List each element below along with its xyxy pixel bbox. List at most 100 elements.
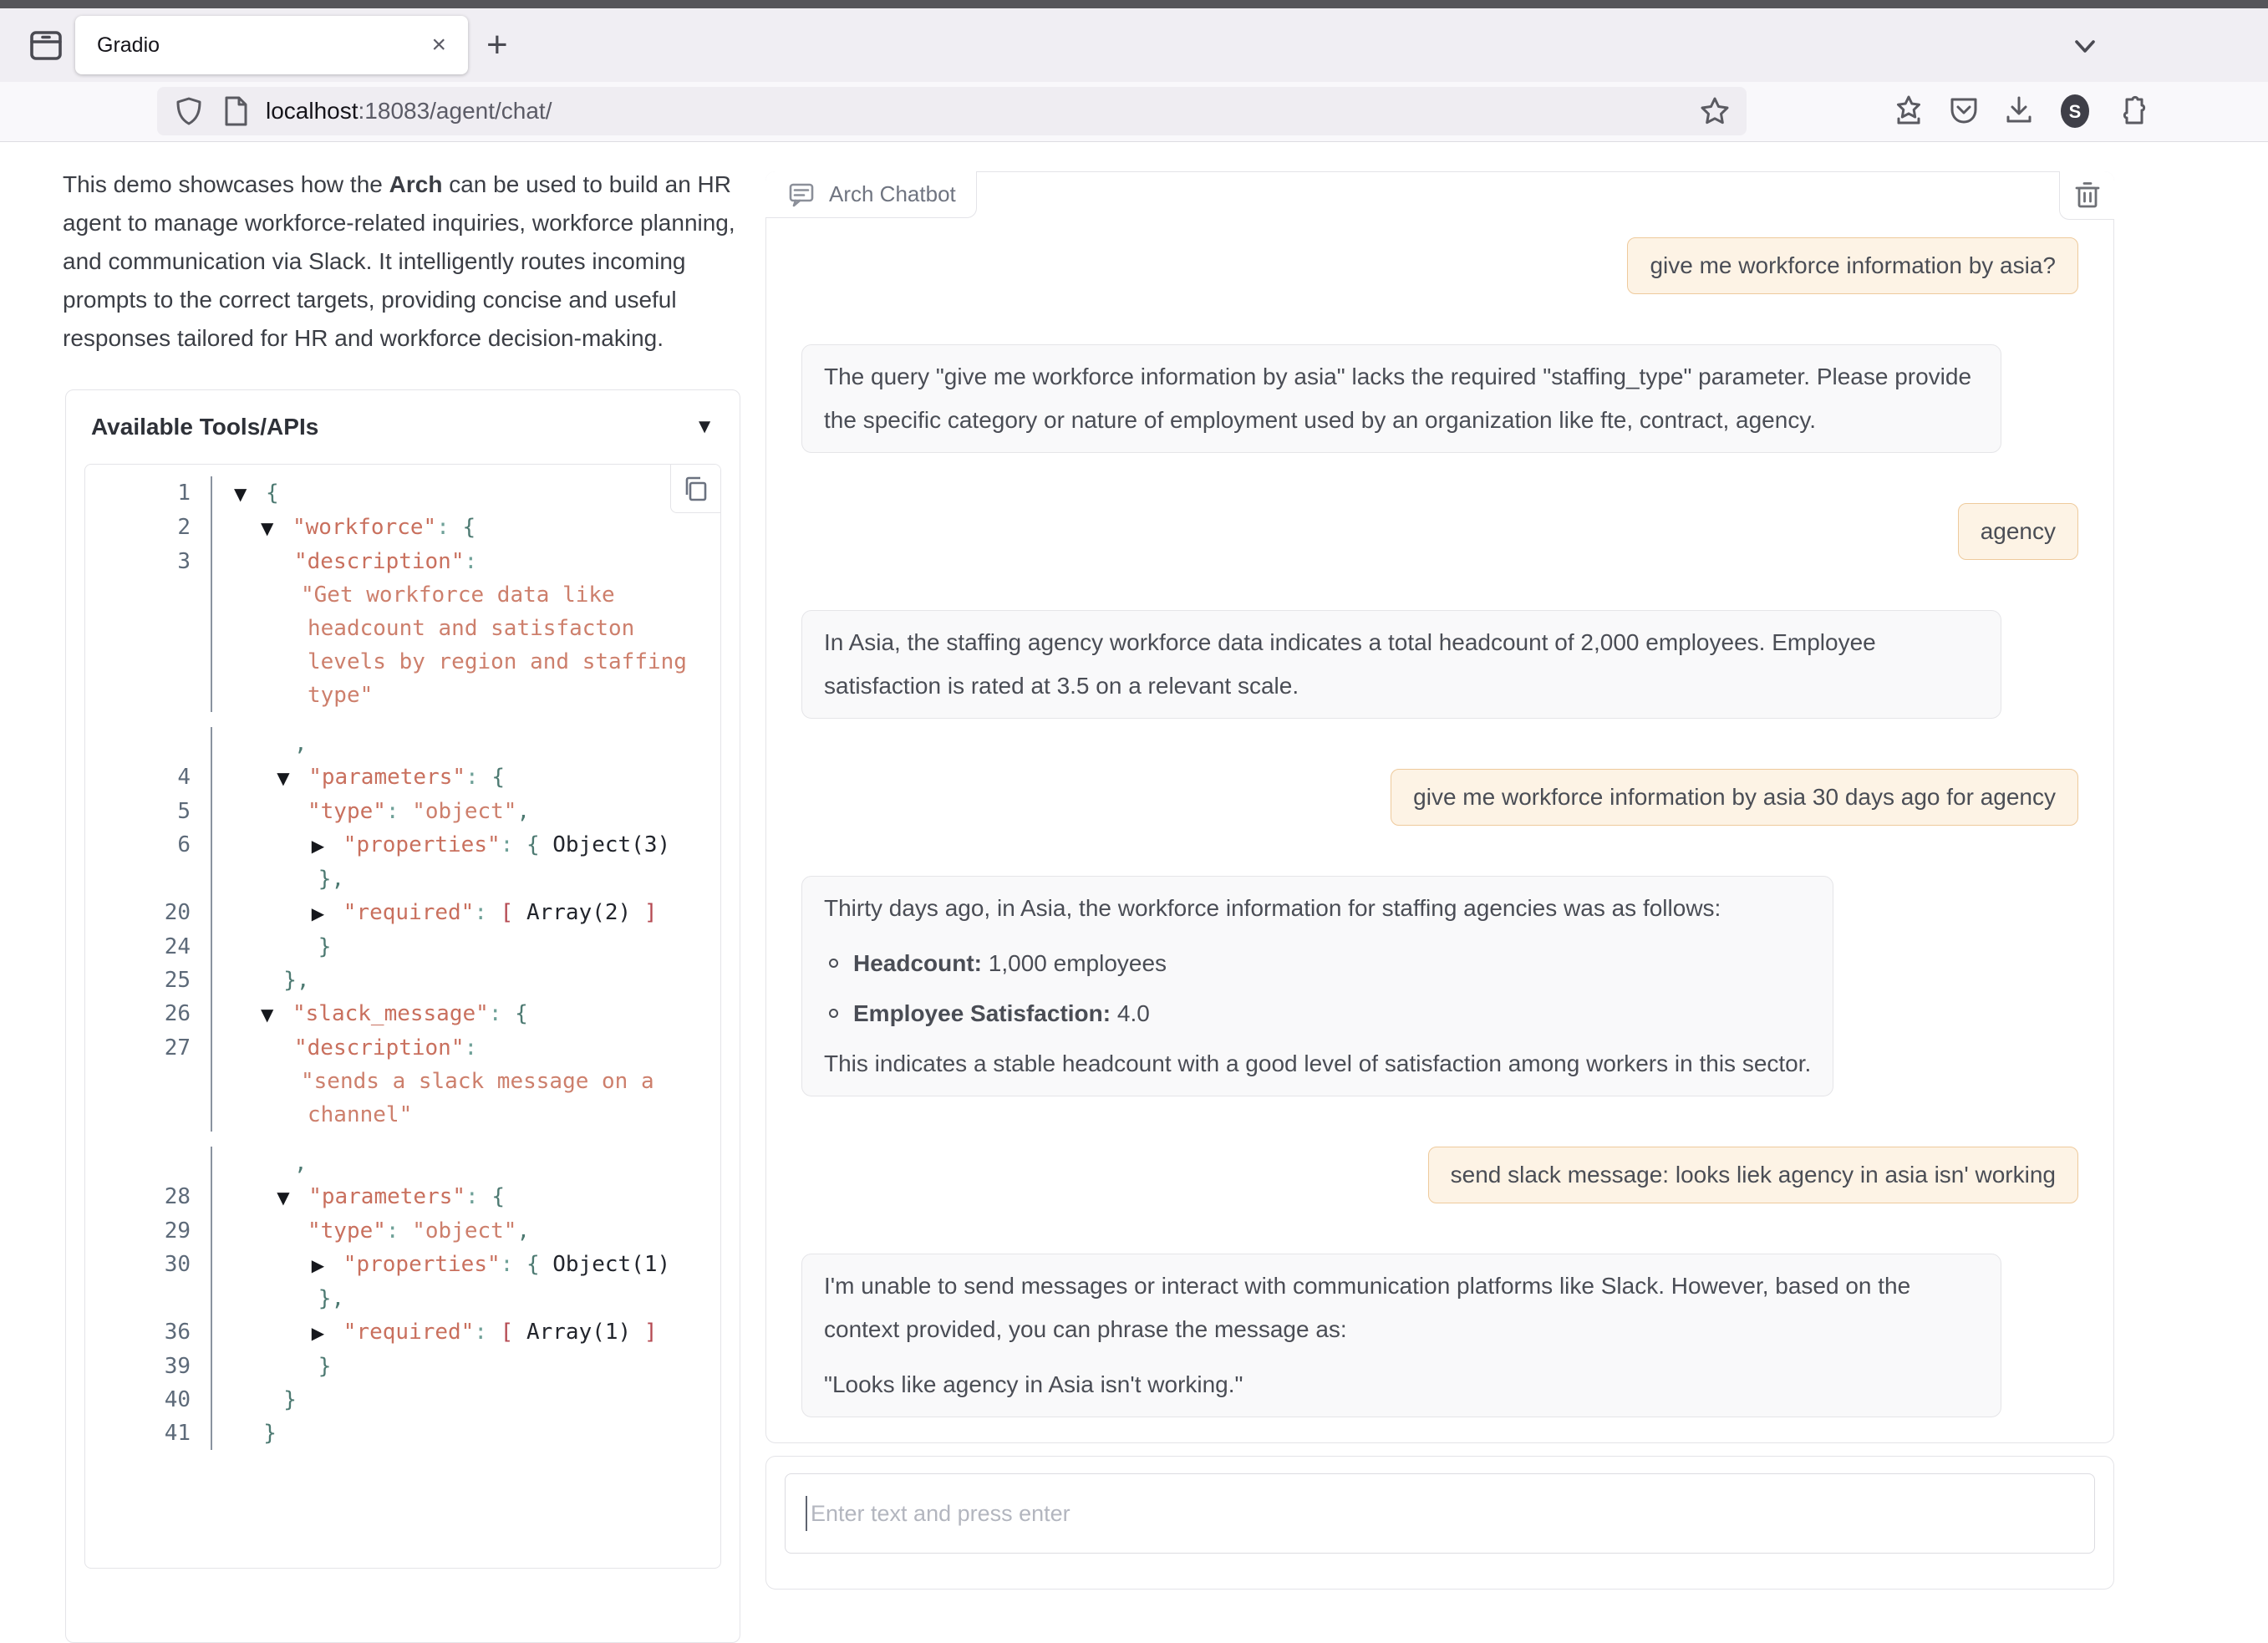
json-token: Array(1) — [513, 1320, 631, 1345]
save-bookmark-icon[interactable] — [1890, 93, 1927, 130]
shield-permissions-icon[interactable] — [172, 94, 206, 128]
json-line: , — [85, 1147, 720, 1180]
collapse-open-icon[interactable]: ▼ — [261, 998, 292, 1031]
collapse-closed-icon[interactable]: ▶ — [312, 829, 343, 862]
collapse-closed-icon[interactable]: ▶ — [312, 897, 343, 930]
account-avatar[interactable]: S — [2056, 93, 2094, 130]
chat-input[interactable]: Enter text and press enter — [785, 1473, 2095, 1554]
json-line-code: } — [212, 1350, 331, 1383]
json-line: 27"description": — [85, 1031, 720, 1065]
collapse-open-icon[interactable]: ▼ — [261, 511, 292, 545]
json-code: 1▼{2▼"workforce": {3"description":"Get w… — [85, 465, 720, 1450]
line-number: 27 — [85, 1031, 211, 1065]
json-token: , — [294, 731, 308, 756]
json-token: { — [513, 1252, 539, 1277]
message-paragraph: give me workforce information by asia? — [1650, 244, 2056, 287]
page-info-icon[interactable] — [221, 94, 251, 128]
json-line-code: ▼"parameters": { — [212, 1180, 505, 1214]
line-number: 26 — [85, 997, 211, 1031]
message-paragraph: give me workforce information by asia 30… — [1413, 776, 2056, 819]
bot-message-bubble: I'm unable to send messages or interact … — [801, 1254, 2001, 1417]
json-token: { — [479, 765, 505, 790]
downloads-icon[interactable] — [2001, 93, 2037, 130]
bullet-icon — [829, 959, 838, 968]
extensions-puzzle-icon[interactable] — [2113, 93, 2149, 130]
list-all-tabs-chevron-icon[interactable] — [2069, 30, 2101, 62]
json-token: : — [474, 900, 487, 925]
chat-message-bot-row: In Asia, the staffing agency workforce d… — [801, 610, 2078, 719]
json-token: }, — [318, 867, 344, 892]
line-number — [85, 578, 211, 612]
bullet-list-item: Employee Satisfaction: 4.0 — [829, 992, 1811, 1035]
json-token: "properties" — [343, 1252, 501, 1277]
line-number: 36 — [85, 1315, 211, 1350]
json-line: 6▶"properties": { Object(3) — [85, 828, 720, 862]
json-token: : — [386, 799, 399, 824]
line-number: 39 — [85, 1350, 211, 1383]
chat-message-bot-row: I'm unable to send messages or interact … — [801, 1254, 2078, 1417]
message-paragraph: Thirty days ago, in Asia, the workforce … — [824, 887, 1811, 930]
chatbot-label: Arch Chatbot — [765, 171, 977, 218]
json-line-code: type" — [212, 679, 373, 712]
line-number — [85, 1098, 211, 1132]
bot-message-bubble: In Asia, the staffing agency workforce d… — [801, 610, 2001, 719]
json-viewer[interactable]: 1▼{2▼"workforce": {3"description":"Get w… — [84, 464, 721, 1569]
line-number: 1 — [85, 476, 211, 511]
chat-message-list[interactable]: give me workforce information by asia? Th… — [766, 172, 2113, 1442]
json-token: : — [465, 1184, 479, 1209]
json-line-code: "sends a slack message on a — [212, 1065, 654, 1098]
available-tools-panel: Available Tools/APIs ▼ 1 ▼ {2▼"workforce":… — [65, 389, 740, 1643]
json-line: type" — [85, 679, 720, 712]
clear-chat-button[interactable] — [2059, 171, 2114, 220]
json-line-code: , — [212, 727, 308, 760]
json-line: 36▶"required": [ Array(1) ] — [85, 1315, 720, 1350]
json-token: "slack_message" — [292, 1001, 489, 1026]
json-token: "object" — [399, 1218, 517, 1244]
line-number: 28 — [85, 1180, 211, 1214]
pocket-icon[interactable] — [1945, 93, 1982, 130]
chat-input-container: Enter text and press enter — [765, 1456, 2114, 1590]
json-line-code: "type": "object", — [212, 795, 530, 828]
sidebar-toggle-button[interactable] — [22, 21, 70, 69]
copy-button[interactable] — [670, 465, 720, 513]
line-number — [85, 727, 211, 760]
json-token: [ — [487, 1320, 513, 1345]
user-message-bubble: agency — [1958, 503, 2078, 560]
json-line: 30▶"properties": { Object(1) — [85, 1248, 720, 1282]
json-line: "sends a slack message on a — [85, 1065, 720, 1098]
json-line: headcount and satisfacton — [85, 612, 720, 645]
url-bar[interactable]: localhost:18083/agent/chat/ — [157, 87, 1747, 135]
collapse-closed-icon[interactable]: ▶ — [312, 1316, 343, 1350]
json-token: headcount and satisfacton — [308, 616, 634, 641]
json-token: : — [465, 765, 479, 790]
json-line: 25}, — [85, 964, 720, 997]
json-line: 29"type": "object", — [85, 1214, 720, 1248]
collapse-open-icon[interactable]: ▼ — [234, 477, 266, 511]
json-line: 24} — [85, 930, 720, 964]
collapse-open-icon[interactable]: ▼ — [277, 1181, 308, 1214]
json-line: levels by region and staffing — [85, 645, 720, 679]
bookmark-star-icon[interactable] — [1698, 94, 1732, 128]
chatbot-label-text: Arch Chatbot — [829, 181, 956, 207]
browser-tab-gradio[interactable]: Gradio × — [75, 16, 468, 74]
line-number: 30 — [85, 1248, 211, 1282]
collapse-open-icon[interactable]: ▼ — [277, 761, 308, 795]
json-token: "parameters" — [308, 1184, 465, 1209]
sidebar-toggle-icon — [27, 26, 65, 64]
json-line: 4▼"parameters": { — [85, 760, 720, 795]
collapse-closed-icon[interactable]: ▶ — [312, 1249, 343, 1282]
tab-close-icon[interactable]: × — [431, 33, 446, 58]
json-token: "required" — [343, 900, 475, 925]
json-line: 2▼"workforce": { — [85, 511, 720, 545]
new-tab-button[interactable]: + — [486, 27, 508, 64]
json-token: { — [513, 832, 539, 857]
json-line-code: headcount and satisfacton — [212, 612, 634, 645]
json-token: ] — [631, 1320, 657, 1345]
line-number — [85, 1065, 211, 1098]
json-line-code: } — [212, 1383, 297, 1417]
json-token: { — [479, 1184, 505, 1209]
demo-description: This demo showcases how the Arch can be … — [63, 165, 741, 358]
url-text: localhost:18083/agent/chat/ — [266, 98, 552, 125]
accordion-collapse-icon: ▼ — [694, 415, 714, 439]
accordion-header[interactable]: Available Tools/APIs ▼ — [66, 390, 740, 464]
